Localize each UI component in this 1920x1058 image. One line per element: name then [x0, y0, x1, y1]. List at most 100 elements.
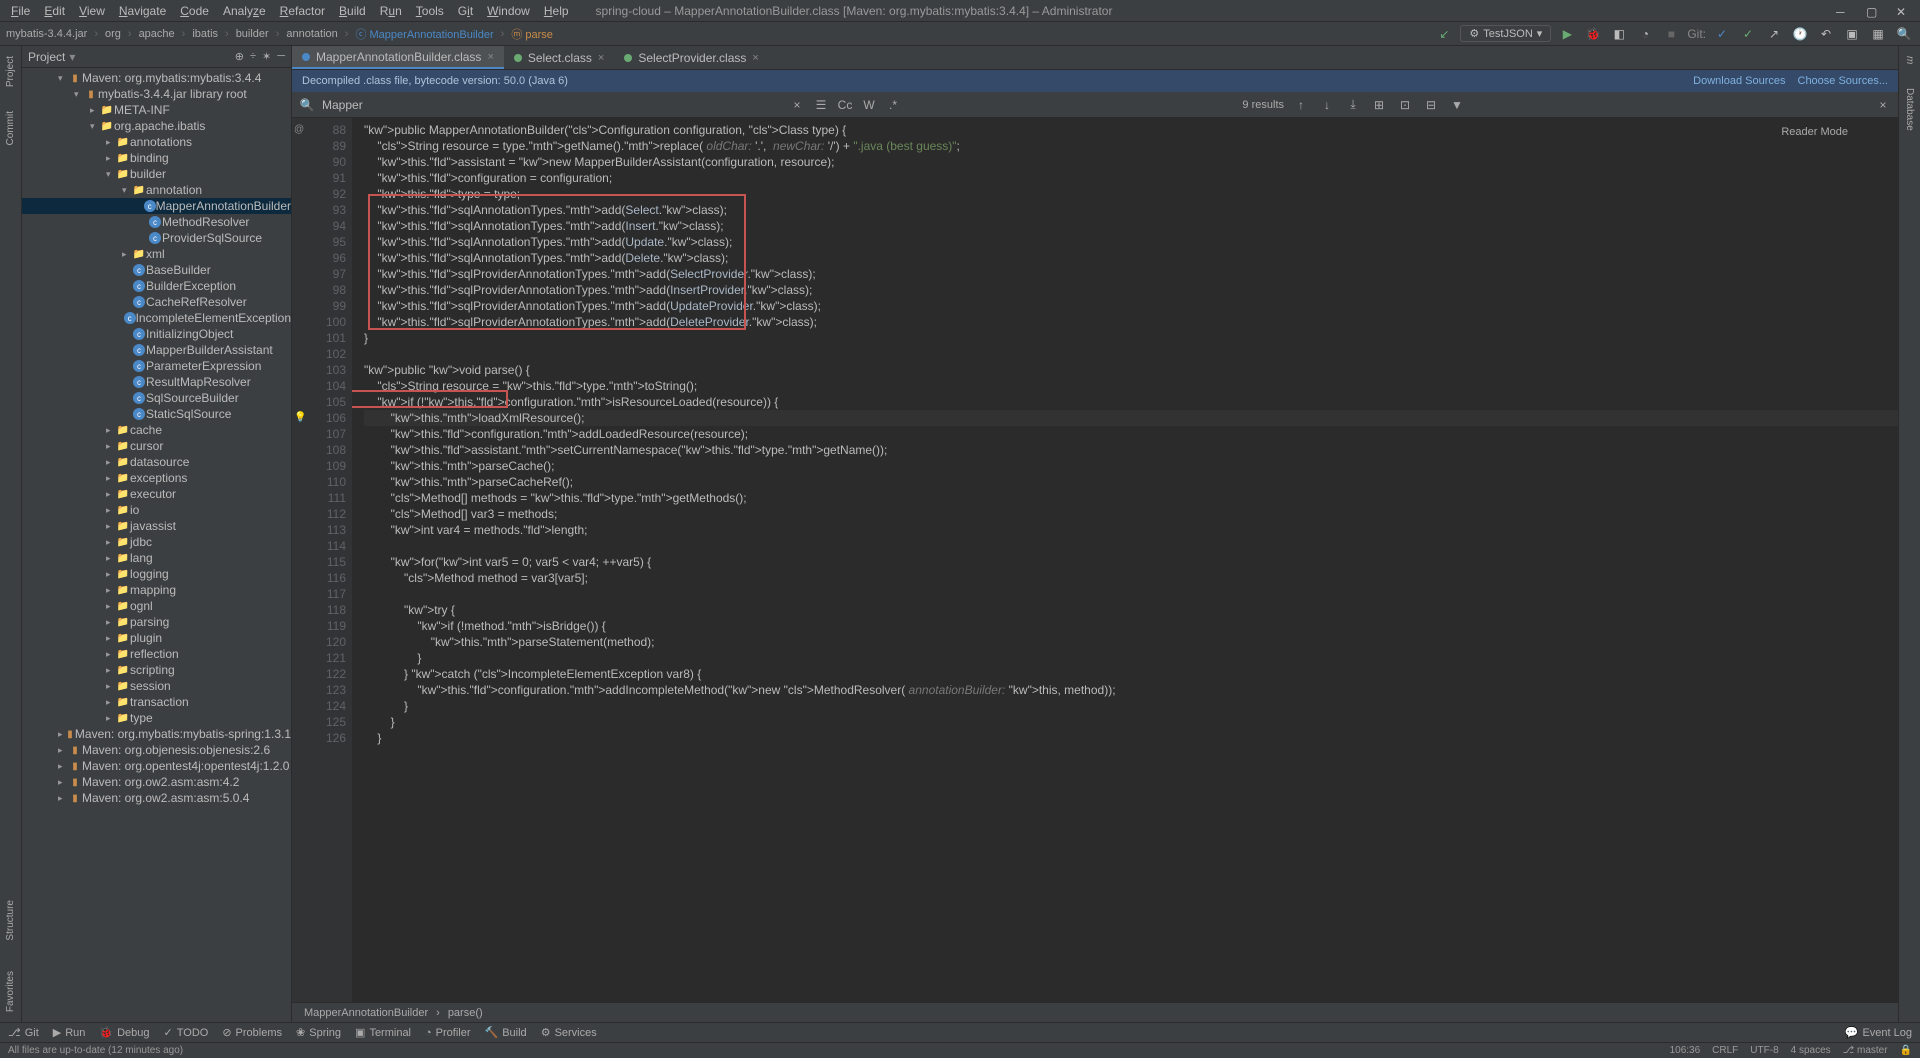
crumb-annotation[interactable]: annotation: [286, 28, 337, 40]
filter-icon[interactable]: ▼: [1448, 98, 1466, 112]
tree-item[interactable]: ▸📁reflection: [22, 646, 291, 662]
tab-select-provider[interactable]: SelectProvider.class×: [614, 46, 768, 69]
coverage-icon[interactable]: ◧: [1609, 23, 1629, 45]
tree-item[interactable]: ▸📁session: [22, 678, 291, 694]
ide-update-icon[interactable]: ▣: [1842, 23, 1862, 45]
editor-crumb-method[interactable]: parse(): [448, 1007, 483, 1019]
menu-code[interactable]: Code: [173, 4, 216, 18]
tree-item[interactable]: cSqlSourceBuilder: [22, 390, 291, 406]
tree-item[interactable]: ▾▮mybatis-3.4.4.jar library root: [22, 86, 291, 102]
tree-item[interactable]: ▸📁cursor: [22, 438, 291, 454]
stop-icon[interactable]: ■: [1661, 23, 1681, 45]
bottom-profiler[interactable]: ◔ Profiler: [425, 1027, 471, 1039]
tree-item[interactable]: ▸📁io: [22, 502, 291, 518]
tree-item[interactable]: ▸📁cache: [22, 422, 291, 438]
pin-icon[interactable]: ⤓: [1344, 97, 1362, 112]
crumb-builder[interactable]: builder: [236, 28, 269, 40]
add-selection-icon[interactable]: ⊡: [1396, 98, 1414, 112]
words-icon[interactable]: W: [860, 98, 878, 112]
tree-item[interactable]: ▸📁scripting: [22, 662, 291, 678]
status-git-branch[interactable]: ⎇ master: [1843, 1045, 1888, 1056]
tree-item[interactable]: ▸📁javassist: [22, 518, 291, 534]
select-opened-file-icon[interactable]: ⊕: [235, 50, 244, 63]
status-indent[interactable]: 4 spaces: [1791, 1045, 1831, 1056]
code-content[interactable]: "kw">public MapperAnnotationBuilder("cls…: [352, 118, 1898, 1002]
run-config-selector[interactable]: ⚙ TestJSON ▾: [1460, 25, 1551, 42]
ide-settings-icon[interactable]: ▦: [1868, 23, 1888, 45]
tree-item[interactable]: cBaseBuilder: [22, 262, 291, 278]
tree-item[interactable]: cResultMapResolver: [22, 374, 291, 390]
expand-all-icon[interactable]: ÷: [250, 50, 256, 63]
tab-close-icon[interactable]: ×: [598, 52, 604, 64]
crumb-ibatis[interactable]: ibatis: [192, 28, 218, 40]
tree-item[interactable]: ▾▮Maven: org.mybatis:mybatis:3.4.4: [22, 70, 291, 86]
crumb-method[interactable]: ⓜ parse: [511, 26, 553, 42]
search-everywhere-icon[interactable]: 🔍: [1894, 23, 1914, 45]
bottom-services[interactable]: ⚙ Services: [541, 1026, 597, 1039]
maximize-icon[interactable]: ▢: [1866, 5, 1878, 17]
bottom-debug[interactable]: 🐞 Debug: [99, 1026, 149, 1039]
git-update-icon[interactable]: ✓: [1712, 23, 1732, 45]
tab-close-icon[interactable]: ×: [752, 52, 758, 64]
bottom-terminal[interactable]: ▣ Terminal: [355, 1026, 411, 1039]
code-editor[interactable]: Reader Mode @888990919293949596979899100…: [292, 118, 1898, 1002]
menu-edit[interactable]: Edit: [37, 4, 72, 18]
bottom-run[interactable]: ▶ Run: [53, 1026, 86, 1039]
tree-item[interactable]: ▸📁mapping: [22, 582, 291, 598]
build-icon[interactable]: ↙: [1434, 23, 1454, 45]
menu-analyze[interactable]: Analyze: [216, 4, 273, 18]
tree-item[interactable]: ▸📁annotations: [22, 134, 291, 150]
crumb-org[interactable]: org: [105, 28, 121, 40]
sidebar-structure[interactable]: Structure: [5, 896, 16, 945]
status-lock-icon[interactable]: 🔒: [1900, 1045, 1912, 1056]
tree-item[interactable]: cMapperAnnotationBuilder: [22, 198, 291, 214]
tree-item[interactable]: ▸📁xml: [22, 246, 291, 262]
bottom-git[interactable]: ⎇ Git: [8, 1026, 39, 1039]
tree-item[interactable]: ▾📁org.apache.ibatis: [22, 118, 291, 134]
menu-file[interactable]: File: [4, 4, 37, 18]
project-tree[interactable]: ▾▮Maven: org.mybatis:mybatis:3.4.4▾▮myba…: [22, 68, 291, 1022]
tree-item[interactable]: ▸▮Maven: org.ow2.asm:asm:5.0.4: [22, 790, 291, 806]
bottom-problems[interactable]: ⊘ Problems: [222, 1026, 282, 1039]
choose-sources-link[interactable]: Choose Sources...: [1798, 75, 1889, 87]
event-log-button[interactable]: 💬 Event Log: [1845, 1026, 1912, 1039]
git-rollback-icon[interactable]: ↶: [1816, 23, 1836, 45]
tree-item[interactable]: ▸▮Maven: org.opentest4j:opentest4j:1.2.0: [22, 758, 291, 774]
status-position[interactable]: 106:36: [1670, 1045, 1701, 1056]
close-find-icon[interactable]: ×: [1874, 98, 1892, 112]
git-history-icon[interactable]: 🕐: [1790, 23, 1810, 45]
tree-item[interactable]: cProviderSqlSource: [22, 230, 291, 246]
menu-help[interactable]: Help: [537, 4, 576, 18]
sidebar-project[interactable]: Project: [5, 52, 16, 91]
bottom-spring[interactable]: ❀ Spring: [296, 1026, 341, 1039]
tree-item[interactable]: ▸📁parsing: [22, 614, 291, 630]
menu-window[interactable]: Window: [480, 4, 537, 18]
remove-selection-icon[interactable]: ⊟: [1422, 98, 1440, 112]
tab-select[interactable]: Select.class×: [504, 46, 614, 69]
tree-item[interactable]: ▸▮Maven: org.mybatis:mybatis-spring:1.3.…: [22, 726, 291, 742]
search-history-icon[interactable]: ☰: [812, 98, 830, 112]
tree-item[interactable]: ▸📁META-INF: [22, 102, 291, 118]
tab-close-icon[interactable]: ×: [487, 51, 493, 63]
menu-refactor[interactable]: Refactor: [273, 4, 332, 18]
next-match-icon[interactable]: ↓: [1318, 98, 1336, 112]
tree-item[interactable]: ▸📁plugin: [22, 630, 291, 646]
editor-crumb-class[interactable]: MapperAnnotationBuilder: [304, 1007, 428, 1019]
menu-tools[interactable]: Tools: [409, 4, 451, 18]
tree-item[interactable]: ▸📁logging: [22, 566, 291, 582]
tree-item[interactable]: ▸📁jdbc: [22, 534, 291, 550]
bottom-todo[interactable]: ✓ TODO: [164, 1026, 209, 1039]
close-icon[interactable]: ✕: [1896, 5, 1908, 17]
menu-navigate[interactable]: Navigate: [112, 4, 173, 18]
tree-item[interactable]: cBuilderException: [22, 278, 291, 294]
tree-item[interactable]: ▸▮Maven: org.objenesis:objenesis:2.6: [22, 742, 291, 758]
regex-icon[interactable]: .*: [884, 98, 902, 112]
hide-panel-icon[interactable]: ─: [277, 50, 285, 63]
download-sources-link[interactable]: Download Sources: [1693, 75, 1785, 87]
tree-item[interactable]: cCacheRefResolver: [22, 294, 291, 310]
bottom-build[interactable]: 🔨 Build: [485, 1026, 527, 1039]
tree-item[interactable]: cIncompleteElementException: [22, 310, 291, 326]
git-commit-icon[interactable]: ✓: [1738, 23, 1758, 45]
status-line-separator[interactable]: CRLF: [1712, 1045, 1738, 1056]
select-all-icon[interactable]: ⊞: [1370, 98, 1388, 112]
